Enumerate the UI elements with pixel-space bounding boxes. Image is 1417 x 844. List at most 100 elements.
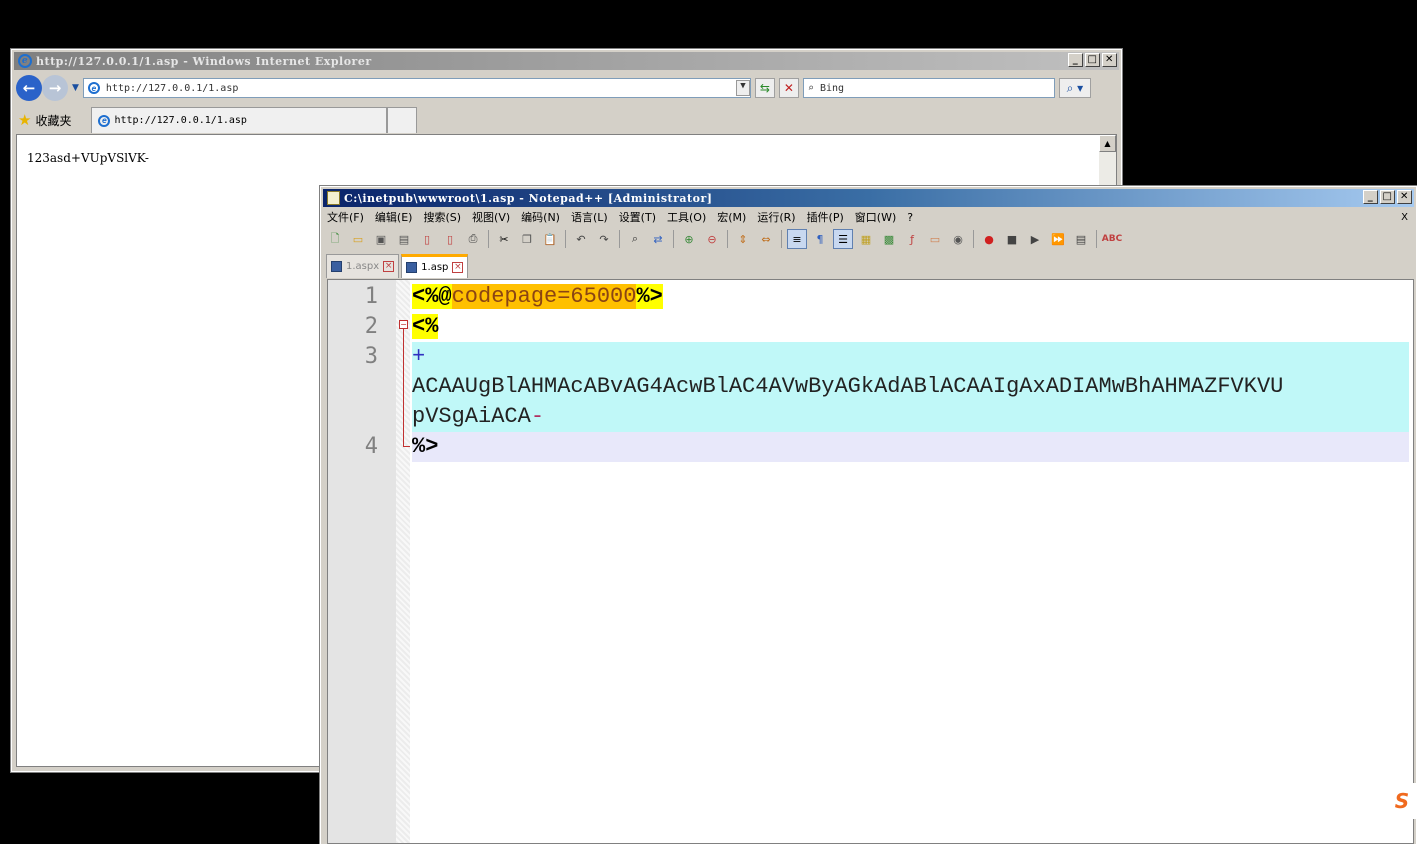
paste-icon[interactable]: 📋 (540, 229, 560, 249)
fold-line (403, 329, 404, 447)
menu-search[interactable]: 搜索(S) (423, 209, 461, 225)
menu-close-document[interactable]: X (1401, 212, 1408, 223)
close-all-icon[interactable]: ▯ (440, 229, 460, 249)
toolbar-separator (619, 230, 620, 248)
show-all-chars-icon[interactable]: ¶ (810, 229, 830, 249)
favorites-star-icon[interactable]: ★ (18, 111, 31, 129)
npp-titlebar[interactable]: C:\inetpub\wwwroot\1.asp - Notepad++ [Ad… (323, 189, 1414, 207)
menu-edit[interactable]: 编辑(E) (375, 209, 413, 225)
line-number: 3 (364, 344, 378, 369)
menu-view[interactable]: 视图(V) (472, 209, 510, 225)
play-macro-icon[interactable]: ▶ (1025, 229, 1045, 249)
close-button[interactable]: ✕ (1102, 53, 1117, 67)
fold-end-line (403, 446, 410, 447)
menu-macro[interactable]: 宏(M) (717, 209, 746, 225)
address-dropdown-icon[interactable]: ▼ (735, 80, 750, 96)
maximize-button[interactable]: □ (1085, 53, 1100, 67)
menu-language[interactable]: 语言(L) (571, 209, 608, 225)
npp-maximize-button[interactable]: □ (1380, 190, 1395, 204)
zoom-in-icon[interactable]: ⊕ (679, 229, 699, 249)
print-icon[interactable]: ⎙ (463, 229, 483, 249)
toolbar-separator (565, 230, 566, 248)
close-file-icon[interactable]: ▯ (417, 229, 437, 249)
spell-check-icon[interactable]: ABC (1102, 229, 1122, 249)
favorites-button[interactable]: 收藏夹 (35, 112, 71, 129)
find-icon[interactable]: ⌕ (625, 229, 645, 249)
toolbar-separator (781, 230, 782, 248)
ime-sogou-icon[interactable]: S (1387, 783, 1417, 819)
menu-plugins[interactable]: 插件(P) (807, 209, 844, 225)
tab-1-asp[interactable]: 1.asp × (401, 254, 469, 278)
new-tab-button[interactable] (387, 107, 418, 133)
back-button[interactable]: ← (16, 75, 42, 101)
run-macro-multiple-icon[interactable]: ⏩ (1048, 229, 1068, 249)
menu-encoding[interactable]: 编码(N) (521, 209, 560, 225)
ie-titlebar[interactable]: e http://127.0.0.1/1.asp - Windows Inter… (14, 52, 1119, 70)
forward-button[interactable]: → (42, 75, 68, 101)
save-icon[interactable]: ▣ (371, 229, 391, 249)
page-icon: e (87, 82, 100, 94)
toolbar-separator (973, 230, 974, 248)
tab-ie-icon: e (98, 114, 111, 127)
open-file-icon[interactable]: ▭ (348, 229, 368, 249)
ie-title: http://127.0.0.1/1.asp - Windows Interne… (36, 54, 372, 68)
menu-tools[interactable]: 工具(O) (667, 209, 706, 225)
saved-file-icon (406, 262, 418, 273)
tab-close-icon[interactable]: × (452, 262, 464, 273)
folder-workspace-icon[interactable]: ▭ (925, 229, 945, 249)
toolbar-separator (673, 230, 674, 248)
toolbar-separator (1096, 230, 1097, 248)
monitoring-icon[interactable]: ◉ (948, 229, 968, 249)
refresh-button[interactable]: ⇆ (754, 78, 775, 98)
zoom-out-icon[interactable]: ⊖ (702, 229, 722, 249)
minimize-button[interactable]: _ (1068, 53, 1083, 67)
menu-settings[interactable]: 设置(T) (619, 209, 656, 225)
npp-title: C:\inetpub\wwwroot\1.asp - Notepad++ [Ad… (344, 191, 713, 205)
code-line-3-wrap-1: ACAAUgBlAHMAcABvAG4AcwBlAC4AVwByAGkAdABl… (412, 374, 1284, 399)
indent-guide-icon[interactable]: ☰ (833, 229, 853, 249)
npp-tabbar: 1.aspx × 1.asp × (326, 254, 469, 278)
fold-margin: − (396, 280, 410, 843)
codepage-attribute: codepage=65000 (451, 284, 637, 309)
copy-icon[interactable]: ❐ (517, 229, 537, 249)
search-button[interactable]: ⌕ ▾ (1058, 78, 1091, 98)
address-input[interactable]: e http://127.0.0.1/1.asp ▼ (82, 78, 751, 98)
replace-icon[interactable]: ⇄ (648, 229, 668, 249)
history-dropdown-icon[interactable]: ▼ (72, 83, 79, 93)
sync-horizontal-icon[interactable]: ⇔ (756, 229, 776, 249)
search-icon: ⌕ (807, 82, 814, 94)
sync-vertical-icon[interactable]: ⇕ (733, 229, 753, 249)
tab-close-icon[interactable]: × (383, 261, 395, 272)
redo-icon[interactable]: ↷ (594, 229, 614, 249)
line-number-gutter: 1 2 3 4 (328, 280, 396, 843)
new-file-icon[interactable]: 🗋 (325, 229, 345, 249)
save-macro-icon[interactable]: ▤ (1071, 229, 1091, 249)
stop-macro-icon[interactable]: ■ (1002, 229, 1022, 249)
code-line-1: <%@codepage=65000%> (412, 282, 1409, 312)
toolbar-separator (488, 230, 489, 248)
tab-1-aspx[interactable]: 1.aspx × (326, 254, 400, 278)
undo-icon[interactable]: ↶ (571, 229, 591, 249)
fold-collapse-icon[interactable]: − (399, 320, 408, 329)
function-list-icon[interactable]: ƒ (902, 229, 922, 249)
npp-minimize-button[interactable]: _ (1363, 190, 1378, 204)
word-wrap-icon[interactable]: ≡ (787, 229, 807, 249)
cut-icon[interactable]: ✂ (494, 229, 514, 249)
tag-open: <%@ (412, 284, 452, 309)
save-all-icon[interactable]: ▤ (394, 229, 414, 249)
notepadpp-window: C:\inetpub\wwwroot\1.asp - Notepad++ [Ad… (319, 185, 1417, 844)
search-input[interactable]: ⌕ Bing (802, 78, 1055, 98)
menu-help[interactable]: ? (907, 211, 913, 224)
code-editor[interactable]: 1 2 3 4 − <%@codepage=65000%> <% + ACAAU… (327, 279, 1414, 844)
npp-close-button[interactable]: ✕ (1397, 190, 1412, 204)
stop-button[interactable]: ✕ (778, 78, 799, 98)
page-text: 123asd+VUpVSlVK- (27, 151, 149, 165)
scroll-up-button[interactable]: ▲ (1099, 135, 1116, 152)
doc-map-icon[interactable]: ▩ (879, 229, 899, 249)
menu-file[interactable]: 文件(F) (327, 209, 364, 225)
ie-tab[interactable]: e http://127.0.0.1/1.asp (91, 107, 388, 133)
language-udl-icon[interactable]: ▦ (856, 229, 876, 249)
menu-window[interactable]: 窗口(W) (855, 209, 896, 225)
menu-run[interactable]: 运行(R) (757, 209, 795, 225)
record-macro-icon[interactable]: ● (979, 229, 999, 249)
